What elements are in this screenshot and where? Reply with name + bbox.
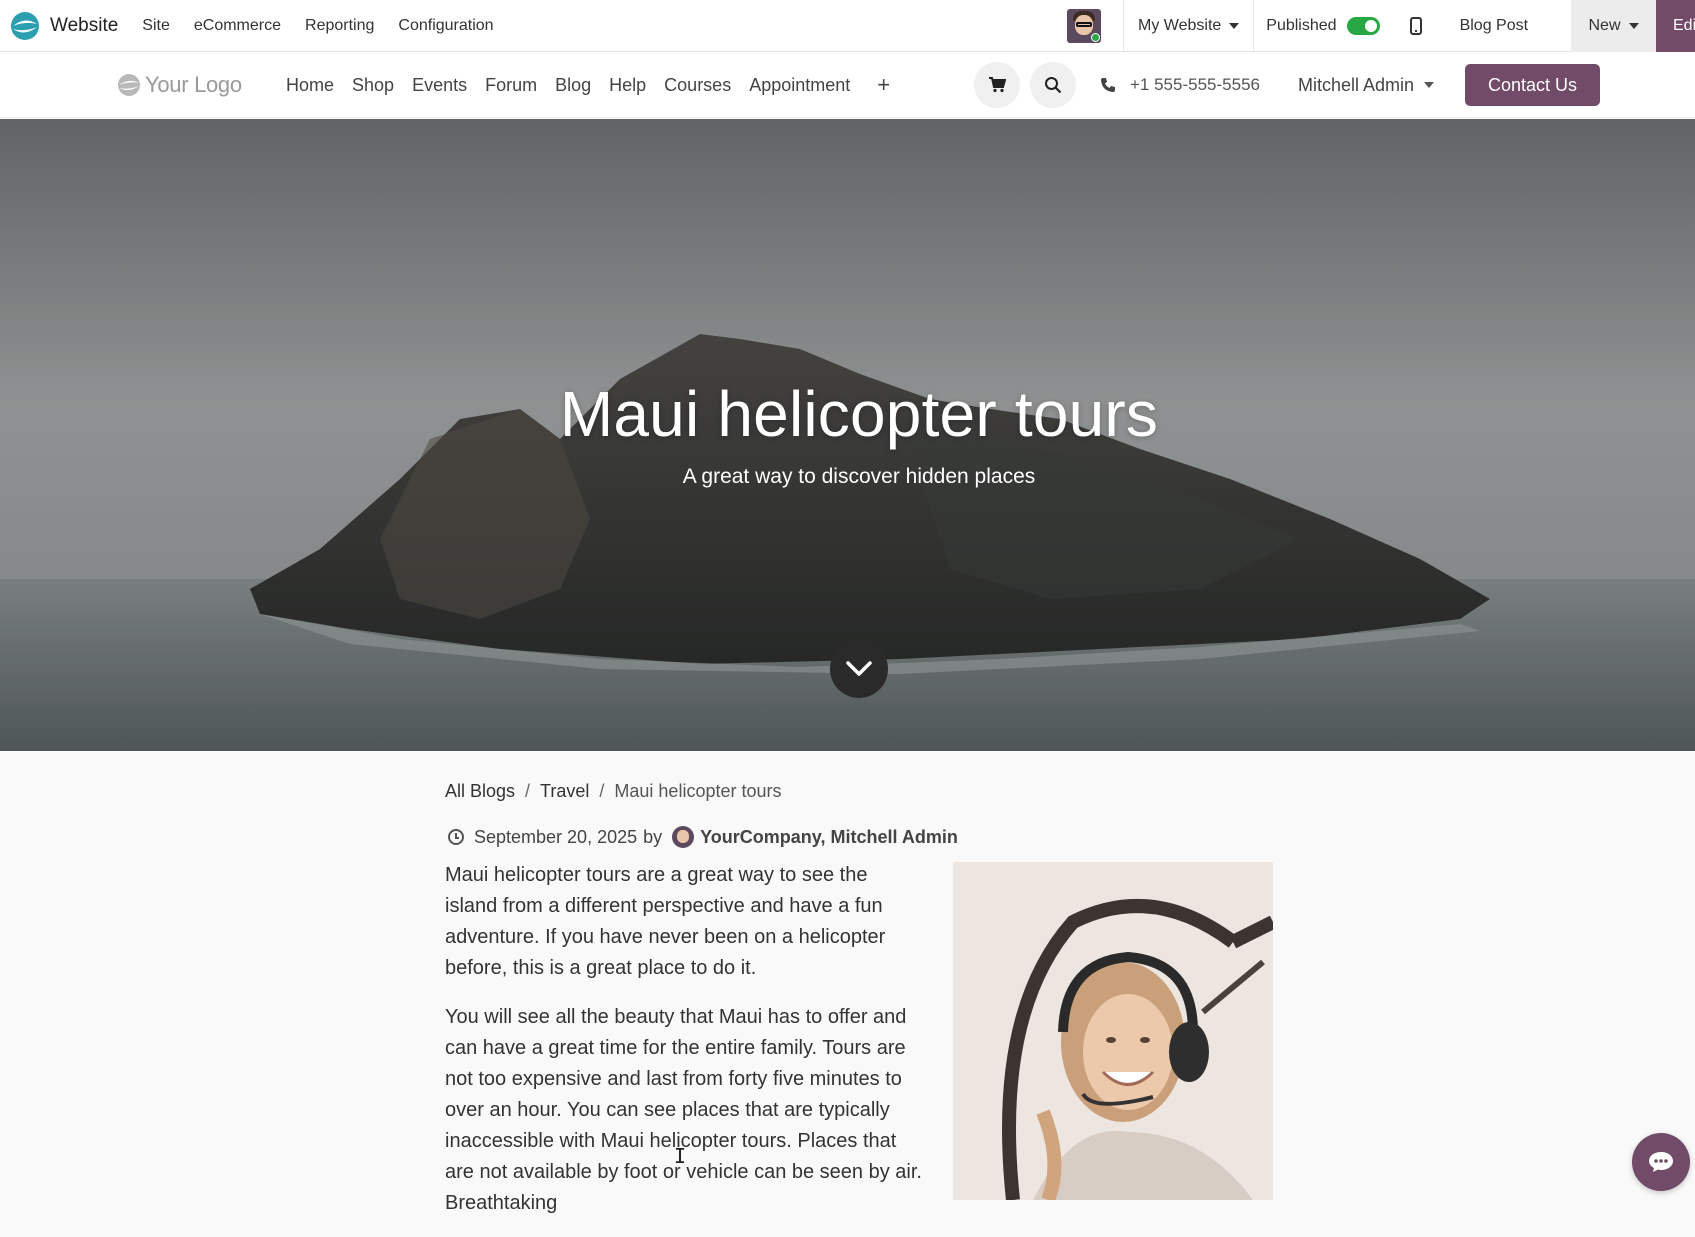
breadcrumb-all-blogs[interactable]: All Blogs [445, 781, 515, 802]
woman-in-helicopter-image [953, 862, 1273, 1200]
scroll-down-button[interactable] [830, 640, 888, 698]
post-paragraph: Maui helicopter tours are a great way to… [445, 864, 886, 979]
breadcrumb-travel[interactable]: Travel [540, 781, 589, 802]
admin-menu: Site eCommerce Reporting Configuration [130, 0, 505, 52]
hero-cover: Maui helicopter tours A great way to dis… [0, 119, 1695, 751]
nav-events[interactable]: Events [403, 75, 476, 96]
published-toggle[interactable] [1346, 17, 1380, 35]
cart-icon [989, 77, 1006, 93]
post-paragraph: You will see all the beauty that Maui ha… [445, 1006, 922, 1214]
search-button[interactable] [1030, 62, 1076, 108]
nav-courses[interactable]: Courses [655, 75, 740, 96]
phone-icon [1101, 78, 1115, 92]
phone-link[interactable]: +1 555-555-5556 [1100, 52, 1260, 118]
post-body: Maui helicopter tours are a great way to… [445, 860, 925, 1237]
caret-down-icon [1229, 23, 1240, 29]
phone-number: +1 555-555-5556 [1130, 75, 1260, 94]
hero-subtitle: A great way to discover hidden places [682, 465, 1036, 488]
divider [1253, 0, 1255, 52]
nav-blog[interactable]: Blog [546, 75, 600, 96]
breadcrumb-separator: / [525, 781, 531, 801]
new-button[interactable]: New [1571, 0, 1656, 52]
post-image [953, 862, 1273, 1200]
site-logo[interactable]: Your Logo [117, 72, 242, 98]
edit-button[interactable]: Edit [1656, 0, 1695, 52]
published-toggle-group: Published [1266, 17, 1380, 35]
logo-icon [118, 74, 140, 96]
new-button-label: New [1588, 17, 1621, 34]
menu-ecommerce[interactable]: eCommerce [182, 0, 293, 52]
nav-home[interactable]: Home [277, 75, 343, 96]
site-header: Your Logo Home Shop Events Forum Blog He… [0, 52, 1695, 118]
menu-configuration[interactable]: Configuration [386, 0, 505, 52]
website-selector[interactable]: My Website [1124, 17, 1253, 35]
nav-forum[interactable]: Forum [476, 75, 546, 96]
breadcrumb: All Blogs / Travel / Maui helicopter tou… [445, 781, 782, 802]
caret-down-icon [1628, 23, 1639, 29]
search-icon [1045, 77, 1062, 94]
text-cursor: I [674, 1144, 687, 1168]
nav-shop[interactable]: Shop [343, 75, 403, 96]
live-chat-button[interactable] [1632, 1133, 1690, 1191]
website-selector-label: My Website [1138, 17, 1222, 34]
post-date: September 20, 2025 [474, 826, 638, 847]
nav-appointment[interactable]: Appointment [740, 75, 859, 96]
admin-navbar: Website Site eCommerce Reporting Configu… [0, 0, 1695, 52]
mobile-preview-icon[interactable] [1409, 17, 1422, 35]
published-label: Published [1266, 17, 1337, 34]
menu-reporting[interactable]: Reporting [293, 0, 386, 52]
avatar[interactable] [1067, 9, 1101, 43]
author-avatar [672, 826, 695, 848]
hero-title: Maui helicopter tours [559, 378, 1159, 450]
caret-down-icon [1424, 82, 1435, 88]
menu-site[interactable]: Site [130, 0, 182, 52]
breadcrumb-current: Maui helicopter tours [614, 781, 782, 801]
odoo-logo-icon[interactable] [10, 11, 40, 41]
online-status-dot [1091, 33, 1100, 42]
breadcrumb-separator: / [599, 781, 605, 801]
cart-button[interactable] [974, 62, 1020, 108]
chevron-down-icon [846, 661, 872, 676]
admin-right-controls: My Website Published Blog Post [1065, 0, 1528, 52]
clock-icon [448, 829, 464, 845]
app-name[interactable]: Website [50, 15, 118, 37]
avatar-glasses [1076, 22, 1092, 27]
by-label: by [643, 826, 663, 847]
nav-help[interactable]: Help [600, 75, 655, 96]
blog-post-button[interactable]: Blog Post [1460, 17, 1528, 35]
site-nav: Home Shop Events Forum Blog Help Courses… [277, 52, 902, 118]
post-authors[interactable]: YourCompany, Mitchell Admin [700, 827, 958, 848]
user-menu-dropdown[interactable]: Mitchell Admin [1298, 52, 1435, 118]
post-meta: September 20, 2025 by YourCompany, Mitch… [448, 826, 958, 848]
chat-icon [1649, 1152, 1673, 1172]
contact-us-button[interactable]: Contact Us [1465, 64, 1600, 106]
add-menu-item-button[interactable]: + [859, 72, 902, 98]
logo-text: Your Logo [145, 72, 242, 97]
user-name: Mitchell Admin [1298, 74, 1415, 95]
